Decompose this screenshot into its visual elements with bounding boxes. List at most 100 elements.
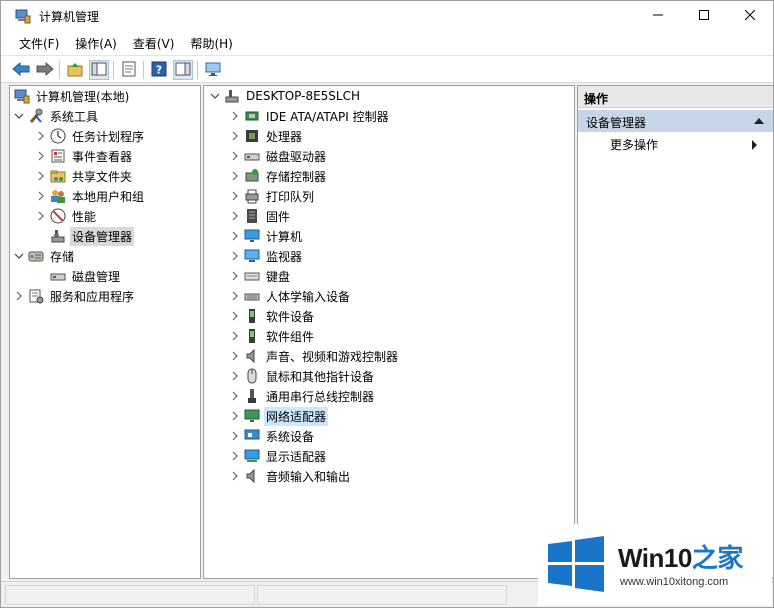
- monitor-icon: [244, 248, 260, 264]
- device-category-label: 通用串行总线控制器: [266, 389, 375, 404]
- collapse-up-icon[interactable]: [754, 118, 764, 124]
- chevron-right-icon[interactable]: [228, 146, 242, 166]
- chevron-right-icon[interactable]: [34, 186, 48, 206]
- forward-arrow-icon: [36, 61, 54, 79]
- tree-item-performance[interactable]: 性能: [34, 206, 98, 226]
- device-category-item[interactable]: 系统设备: [228, 426, 316, 446]
- device-category-label: 音频输入和输出: [266, 469, 351, 484]
- chevron-right-icon[interactable]: [228, 466, 242, 486]
- menu-view[interactable]: 查看(V): [125, 35, 183, 52]
- device-category-item[interactable]: 计算机: [228, 226, 304, 246]
- chevron-down-icon[interactable]: [12, 106, 26, 126]
- chevron-right-icon[interactable]: [34, 126, 48, 146]
- chevron-right-icon[interactable]: [34, 166, 48, 186]
- device-category-item[interactable]: 网络适配器: [228, 406, 329, 426]
- device-category-item[interactable]: 鼠标和其他指针设备: [228, 366, 376, 386]
- maximize-button[interactable]: [681, 1, 727, 31]
- device-category-item[interactable]: 监视器: [228, 246, 304, 266]
- close-button[interactable]: [727, 1, 773, 31]
- computer-management-icon: [14, 88, 30, 104]
- device-category-item[interactable]: 存储控制器: [228, 166, 328, 186]
- toolbar: ?: [1, 55, 773, 83]
- device-category-item[interactable]: 磁盘驱动器: [228, 146, 328, 166]
- chevron-right-icon[interactable]: [228, 206, 242, 226]
- up-level-button[interactable]: [65, 60, 85, 80]
- chevron-right-icon[interactable]: [34, 146, 48, 166]
- device-category-item[interactable]: 固件: [228, 206, 292, 226]
- device-category-item[interactable]: 声音、视频和游戏控制器: [228, 346, 400, 366]
- tree-item-storage[interactable]: 存储: [12, 246, 76, 266]
- console-tree-pane[interactable]: 计算机管理(本地) 系统工具 任务计划程序 事件查看器 共享文件夹 本地用户和组…: [9, 85, 201, 579]
- chevron-right-icon[interactable]: [228, 426, 242, 446]
- device-category-item[interactable]: 音频输入和输出: [228, 466, 352, 486]
- tree-item-computer-management-local[interactable]: 计算机管理(本地): [12, 86, 131, 106]
- chevron-right-icon[interactable]: [228, 266, 242, 286]
- tree-item-computer-root[interactable]: DESKTOP-8E5SLCH: [208, 86, 362, 106]
- device-category-item[interactable]: 软件组件: [228, 326, 316, 346]
- chevron-right-icon[interactable]: [228, 406, 242, 426]
- minimize-icon: [653, 8, 663, 24]
- watermark: Win10之家 www.win10xitong.com: [538, 524, 772, 606]
- tree-item-services-applications[interactable]: 服务和应用程序: [12, 286, 136, 306]
- tree-item-event-viewer[interactable]: 事件查看器: [34, 146, 134, 166]
- tree-label-selected: 设备管理器: [70, 226, 135, 246]
- show-action-pane-button[interactable]: [173, 60, 193, 80]
- help-icon: ?: [151, 61, 167, 80]
- chevron-right-icon[interactable]: [228, 166, 242, 186]
- back-button[interactable]: [11, 60, 31, 80]
- device-category-item[interactable]: IDE ATA/ATAPI 控制器: [228, 106, 391, 126]
- device-tree-pane[interactable]: DESKTOP-8E5SLCH IDE ATA/ATAPI 控制器 处理器 磁盘驱动…: [203, 85, 575, 579]
- more-actions-link[interactable]: 更多操作: [610, 136, 658, 153]
- device-category-item[interactable]: 键盘: [228, 266, 292, 286]
- computer-management-window: 计算机管理 文件(F) 操作(A) 查看(V) 帮助(H) ? 计算机管理(本地…: [0, 0, 774, 608]
- forward-button[interactable]: [35, 60, 55, 80]
- tree-item-disk-management[interactable]: 磁盘管理: [48, 266, 122, 286]
- chevron-right-icon[interactable]: [228, 366, 242, 386]
- device-category-label: 存储控制器: [266, 169, 327, 184]
- actions-section-device-manager[interactable]: 设备管理器: [578, 110, 773, 132]
- chevron-right-icon[interactable]: [228, 386, 242, 406]
- hid-icon: [244, 288, 260, 304]
- chevron-right-icon[interactable]: [12, 286, 26, 306]
- watermark-brand: Win10之家: [618, 538, 743, 575]
- device-category-item[interactable]: 通用串行总线控制器: [228, 386, 376, 406]
- help-button[interactable]: ?: [149, 60, 169, 80]
- chevron-right-icon[interactable]: [228, 446, 242, 466]
- chevron-right-icon[interactable]: [228, 126, 242, 146]
- monitor-button[interactable]: [203, 60, 223, 80]
- menu-file[interactable]: 文件(F): [11, 35, 67, 52]
- chevron-right-icon[interactable]: [228, 326, 242, 346]
- minimize-button[interactable]: [635, 1, 681, 31]
- device-category-label: 网络适配器: [264, 406, 329, 426]
- menu-action[interactable]: 操作(A): [67, 35, 125, 52]
- disk-drive-icon: [244, 148, 260, 164]
- tree-item-system-tools[interactable]: 系统工具: [12, 106, 100, 126]
- tree-item-local-users-groups[interactable]: 本地用户和组: [34, 186, 146, 206]
- properties-button[interactable]: [119, 60, 139, 80]
- chevron-right-icon[interactable]: [228, 346, 242, 366]
- device-category-item[interactable]: 显示适配器: [228, 446, 328, 466]
- chevron-right-icon[interactable]: [228, 306, 242, 326]
- chevron-right-icon[interactable]: [228, 106, 242, 126]
- chevron-down-icon[interactable]: [208, 86, 222, 106]
- device-category-item[interactable]: 打印队列: [228, 186, 316, 206]
- printer-queue-icon: [244, 188, 260, 204]
- tree-item-device-manager[interactable]: 设备管理器: [48, 226, 135, 246]
- watermark-brand-prefix: Win10: [618, 543, 692, 573]
- chevron-down-icon[interactable]: [12, 246, 26, 266]
- tree-item-shared-folders[interactable]: 共享文件夹: [34, 166, 134, 186]
- chevron-right-icon[interactable]: [228, 186, 242, 206]
- tree-item-task-scheduler[interactable]: 任务计划程序: [34, 126, 146, 146]
- ide-controller-icon: [244, 108, 260, 124]
- chevron-right-icon[interactable]: [228, 246, 242, 266]
- menu-help[interactable]: 帮助(H): [182, 35, 240, 52]
- device-category-item[interactable]: 软件设备: [228, 306, 316, 326]
- device-category-item[interactable]: 人体学输入设备: [228, 286, 352, 306]
- show-hide-tree-button[interactable]: [89, 60, 109, 80]
- chevron-right-icon[interactable]: [228, 226, 242, 246]
- tree-label: 事件查看器: [72, 149, 133, 164]
- processor-icon: [244, 128, 260, 144]
- chevron-right-icon[interactable]: [228, 286, 242, 306]
- chevron-right-icon[interactable]: [34, 206, 48, 226]
- device-category-item[interactable]: 处理器: [228, 126, 304, 146]
